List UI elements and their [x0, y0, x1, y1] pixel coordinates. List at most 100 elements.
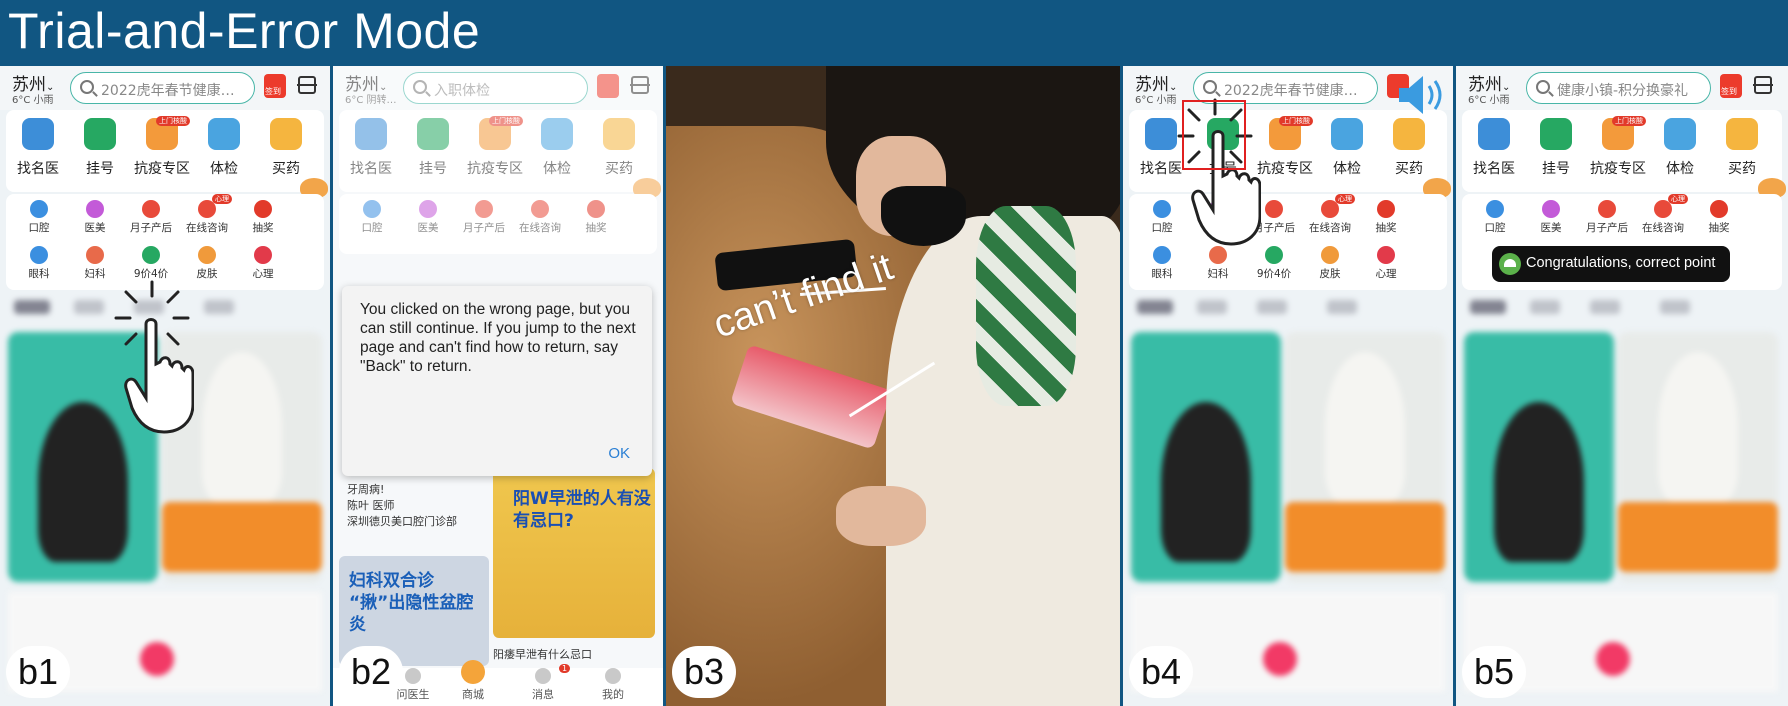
sign-in-label: 签到	[265, 87, 281, 96]
sub-item[interactable]: 抽奖	[1690, 200, 1748, 235]
feature-anti-epidemic[interactable]: 上门核酸 抗疫专区	[1255, 116, 1315, 178]
sub-item[interactable]: 皮肤	[178, 246, 236, 281]
doctor-card[interactable]	[1131, 332, 1281, 582]
feature-buy-medicine[interactable]: 买药	[1379, 118, 1439, 178]
android-icon	[1499, 253, 1521, 275]
doctor-card[interactable]	[1464, 332, 1614, 582]
nav-center-icon[interactable]	[1596, 642, 1630, 676]
sub-item[interactable]: 妇科	[66, 246, 124, 281]
sub-item[interactable]: 医美	[66, 200, 124, 235]
panel-label: b3	[672, 646, 736, 698]
sub-label: 抽奖	[1375, 222, 1397, 234]
sub-item[interactable]: 心理 在线咨询	[178, 194, 236, 235]
sub-badge: 心理	[212, 194, 232, 204]
blurred-feed	[1456, 292, 1788, 706]
feature-buy-medicine[interactable]: 买药	[256, 118, 316, 178]
panel-b5: 苏州⌄ 6°C 小雨 健康小镇-积分换豪礼 签到 找名医 挂号 上门核酸 抗疫专区…	[1456, 66, 1788, 706]
sub-item[interactable]: 9价4价	[1245, 246, 1303, 281]
nav-me[interactable]: 我的	[583, 668, 643, 702]
sub-item[interactable]: 心理 在线咨询	[1634, 194, 1692, 235]
sub-item[interactable]: 心理 在线咨询	[1301, 194, 1359, 235]
sub-item[interactable]: 9价4价	[122, 246, 180, 281]
feature-find-doctor[interactable]: 找名医	[8, 118, 68, 178]
scan-icon[interactable]	[1753, 76, 1773, 94]
sub-label: 月子产后	[130, 222, 172, 234]
sub-label: 心理	[252, 268, 274, 280]
sub-item[interactable]: 抽奖	[1357, 200, 1415, 235]
gynecology-icon	[86, 246, 104, 264]
feature-checkup[interactable]: 体检	[1317, 118, 1377, 178]
message-icon	[535, 668, 551, 684]
sub-item[interactable]: 月子产后	[122, 200, 180, 235]
sub-label: 心理	[1375, 268, 1397, 280]
sub-item[interactable]: 抽奖	[234, 200, 292, 235]
feature-checkup[interactable]: 体检	[1650, 118, 1710, 178]
feature-tiles: 找名医 挂号 上门核酸抗疫专区 体检 买药	[1462, 110, 1782, 192]
sub-item[interactable]: 口腔	[1466, 200, 1524, 235]
sub-grid: 口腔 医美 月子产后 心理在线咨询 抽奖 眼科 妇科 9价4价 皮肤 心理	[6, 194, 324, 290]
sub-label: 9价4价	[1256, 268, 1292, 280]
feature-find-doctor[interactable]: 找名医	[1464, 118, 1524, 178]
eye-icon	[30, 246, 48, 264]
search-input[interactable]: 2022虎年春节健康…	[70, 72, 255, 104]
sub-item[interactable]: 口腔	[1133, 200, 1191, 235]
banner-title: Trial-and-Error Mode	[8, 3, 481, 59]
feature-buy-medicine[interactable]: 买药	[1712, 118, 1772, 178]
sub-item[interactable]: 皮肤	[1301, 246, 1359, 281]
feature-anti-epidemic[interactable]: 上门核酸 抗疫专区	[1588, 116, 1648, 178]
toast-text: Congratulations, correct point	[1526, 255, 1716, 271]
feature-register[interactable]: 挂号	[1526, 118, 1586, 178]
app-header: 苏州⌄ 6°C 小雨 2022虎年春节健康… 签到	[0, 66, 330, 110]
nav-center-icon[interactable]	[1263, 642, 1297, 676]
vaccine-icon	[1265, 246, 1283, 264]
panel-b4: 苏州⌄ 6°C 小雨 2022虎年春节健康… 找名医 挂号 上门核酸抗疫专区 体…	[1123, 66, 1453, 706]
feature-label: 买药	[1395, 161, 1423, 177]
feature-register[interactable]: 挂号	[70, 118, 130, 178]
sub-item[interactable]: 眼科	[10, 246, 68, 281]
feature-tiles: 找名医 挂号 上门核酸抗疫专区 体检 买药	[6, 110, 324, 192]
sub-label: 抽奖	[1708, 222, 1730, 234]
clinic-name: 深圳德贝美口腔门诊部	[347, 515, 457, 528]
feature-anti-epidemic[interactable]: 上门核酸 抗疫专区	[132, 116, 192, 178]
sub-item[interactable]: 心理	[234, 246, 292, 281]
tooth-icon	[1486, 200, 1504, 218]
sub-item[interactable]: 医美	[1522, 200, 1580, 235]
scan-icon[interactable]	[297, 76, 317, 94]
nav-center-icon[interactable]	[140, 642, 174, 676]
feature-checkup[interactable]: 体检	[194, 118, 254, 178]
doctor-photo	[1658, 352, 1738, 502]
article-thumbnail[interactable]: 阳W早泄的人有没有忌口?	[493, 468, 655, 638]
ok-button[interactable]: OK	[608, 445, 630, 462]
search-input[interactable]: 健康小镇-积分换豪礼	[1526, 72, 1711, 104]
search-placeholder: 2022虎年春节健康…	[101, 83, 235, 99]
search-icon	[80, 80, 94, 94]
sub-item[interactable]: 月子产后	[1578, 200, 1636, 235]
sub-label: 医美	[1540, 222, 1562, 234]
checkup-icon	[1331, 118, 1363, 150]
sub-item[interactable]: 口腔	[10, 200, 68, 235]
sub-badge: 心理	[1335, 194, 1355, 204]
sub-item[interactable]: 眼科	[1133, 246, 1191, 281]
sub-item[interactable]: 妇科	[1189, 246, 1247, 281]
sign-in-gift-icon[interactable]: 签到	[1720, 74, 1742, 98]
lottery-icon	[254, 200, 272, 218]
thumbnail-text: 阳W早泄的人有没有忌口?	[513, 489, 651, 531]
blurred-feed	[1123, 292, 1453, 706]
doctor-icon	[22, 118, 54, 150]
sub-label: 皮肤	[1319, 268, 1341, 280]
nav-mall[interactable]: 商城	[443, 660, 503, 702]
doctor-icon	[1478, 118, 1510, 150]
nav-messages[interactable]: 消息	[513, 668, 573, 702]
nav-badge: 1	[559, 664, 571, 673]
target-highlight-box	[1182, 100, 1246, 170]
vaccine-icon	[142, 246, 160, 264]
sign-in-gift-icon[interactable]: 签到	[264, 74, 286, 98]
app-header: 苏州⌄ 6°C 小雨 健康小镇-积分换豪礼 签到	[1456, 66, 1788, 110]
sub-badge: 心理	[1668, 194, 1688, 204]
sub-item[interactable]: 心理	[1357, 246, 1415, 281]
article-doctor[interactable]: 牙周病! 陈叶 医师 深圳德贝美口腔门诊部	[347, 482, 457, 530]
error-dialog: You clicked on the wrong page, but you c…	[342, 286, 652, 476]
sub-label: 月子产后	[1586, 222, 1628, 234]
search-icon	[1203, 80, 1217, 94]
success-toast: Congratulations, correct point	[1492, 246, 1730, 282]
